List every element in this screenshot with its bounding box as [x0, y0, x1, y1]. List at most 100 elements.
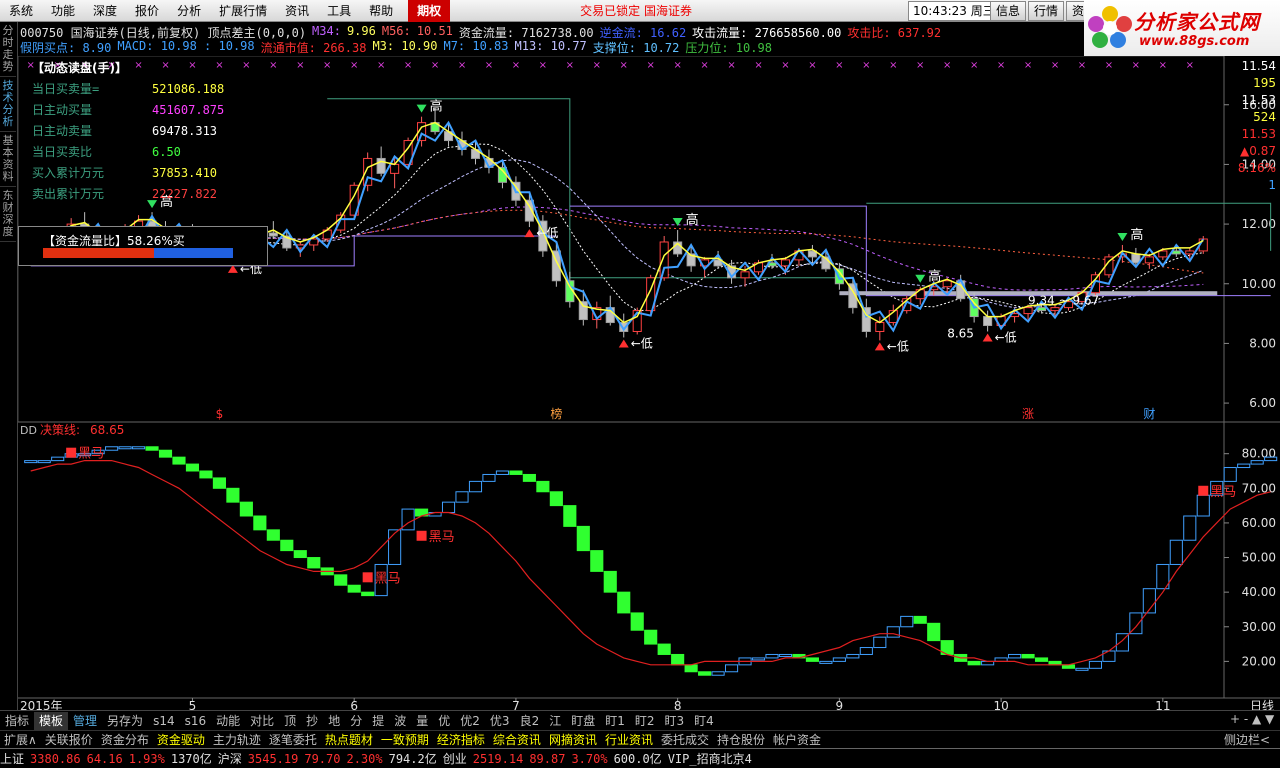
dd-bar [239, 501, 253, 517]
dd-bar [388, 529, 402, 565]
status-value: 89.87 [529, 751, 566, 766]
menu-function[interactable]: 功能 [42, 0, 84, 22]
indicator-tab[interactable]: 提 [367, 712, 389, 730]
info-button[interactable]: 信息 [990, 1, 1027, 21]
function-button[interactable]: 逐笔委托 [265, 732, 321, 748]
dark-horse-label: 黑马 [78, 447, 104, 462]
function-button[interactable]: 综合资讯 [489, 732, 545, 748]
candle-body [983, 316, 993, 327]
indicator-tab[interactable]: 盯3 [660, 712, 690, 730]
function-button[interactable]: 扩展∧ [0, 732, 41, 748]
menu-options[interactable]: 期权 [408, 0, 451, 22]
indicator-tabs: 指标 模板 管理 另存为 s14 s16 动能 对比顶抄地分提波量优优2 优3 良2 江盯盘 盯1 盯2… [0, 710, 1280, 730]
indicator-tab[interactable]: s16 [180, 712, 212, 730]
dd-bar [1088, 660, 1103, 669]
dd-bar [105, 446, 119, 451]
dd-bar [536, 480, 550, 493]
candle-body [1171, 250, 1181, 255]
indicator-tab[interactable]: 抄 [301, 712, 323, 730]
indicator-tab[interactable]: 盯1 [600, 712, 630, 730]
quote-side-label: ▲0.87 [1240, 144, 1276, 158]
dd-bar [522, 473, 536, 482]
indicator-tab[interactable]: s14 [148, 712, 180, 730]
dark-horse-label: 黑马 [429, 530, 455, 545]
indicator-tab[interactable]: 优 [433, 712, 455, 730]
dd-bar [1034, 657, 1049, 662]
signal-x-marker: × [269, 60, 277, 71]
dd-bar [805, 657, 819, 662]
month-label: 11 [1155, 699, 1170, 710]
function-button[interactable]: 热点题材 [321, 732, 377, 748]
indicator-tab[interactable]: 动能 [211, 712, 245, 730]
indicator-tab[interactable]: 良2 [515, 712, 545, 730]
side-tab-fundamentals[interactable]: 基本资料 [0, 132, 16, 187]
function-button[interactable]: 持仓股份 [713, 732, 769, 748]
function-button[interactable]: 一致预期 [377, 732, 433, 748]
panel-row: 日主动买量 451607.875 [32, 101, 224, 118]
menu-system[interactable]: 系统 [0, 0, 42, 22]
quote-side-label: 11.53 [1242, 93, 1276, 107]
function-button[interactable]: 行业资讯 [601, 732, 657, 748]
indicator-header: 000750 国海证券(日线,前复权) 顶点差主(0,0,0) M34: 9.96 M… [18, 22, 1084, 56]
indicator-row-2: 假阴买点: 8.90 MACD: 10.98 : 10.98 流通市值: 266.3… [20, 39, 772, 56]
indicator-tab[interactable]: 量 [411, 712, 433, 730]
menu-ext-market[interactable]: 扩展行情 [210, 0, 276, 22]
function-button[interactable]: 委托成交 [657, 732, 713, 748]
indicator-tab[interactable]: 盯2 [630, 712, 660, 730]
sidebar-toggle-button[interactable]: 侧边栏< [1220, 732, 1274, 748]
dark-horse-icon [362, 572, 373, 583]
function-button[interactable]: 经济指标 [433, 732, 489, 748]
menu-analysis[interactable]: 分析 [168, 0, 210, 22]
zoom-controls[interactable]: + - ▲ ▼ [1230, 712, 1274, 726]
menu-news[interactable]: 资讯 [276, 0, 318, 22]
function-button[interactable]: 主力轨迹 [209, 732, 265, 748]
candle-body [1023, 307, 1033, 315]
side-tab-technical[interactable]: 技术分析 [0, 77, 16, 132]
signal-x-marker: × [566, 60, 574, 71]
dd-bar [644, 629, 658, 645]
indicator-tab[interactable]: 波 [389, 712, 411, 730]
indicator-tab[interactable]: 管理 [68, 712, 102, 730]
indicator-value: 流通市值: 266.38 [260, 41, 367, 55]
indicator-tab[interactable]: 另存为 [102, 712, 148, 730]
indicator-tab[interactable]: 指标 [0, 712, 34, 730]
indicator-tab[interactable]: 对比 [245, 712, 279, 730]
indicator-tab[interactable]: 盯4 [689, 712, 719, 730]
indicator-tab[interactable]: 盯盘 [566, 712, 600, 730]
candle-body [390, 163, 400, 174]
function-button[interactable]: 网摘资讯 [545, 732, 601, 748]
indicator-tab[interactable]: 模板 [34, 711, 69, 730]
low-marker-icon [524, 229, 535, 238]
dd-bar [455, 491, 469, 503]
indicator-tab[interactable]: 分 [345, 712, 367, 730]
dd-tick-label: 70.00 [1242, 481, 1276, 495]
dd-bar [1008, 653, 1022, 659]
function-button[interactable]: 关联报价 [41, 732, 97, 748]
low-label: ←低 [536, 226, 558, 240]
indicator-tab[interactable]: 江 [544, 712, 566, 730]
signal-x-marker: × [1024, 60, 1032, 71]
status-value: 794.2亿 [388, 752, 437, 766]
low-marker-icon [874, 342, 885, 351]
dd-bar [347, 584, 361, 593]
indicator-tab[interactable]: 优3 [485, 712, 515, 730]
indicator-tab[interactable]: 地 [323, 712, 345, 730]
high-label: 高 [430, 99, 443, 115]
function-button[interactable]: 资金分布 [97, 732, 153, 748]
high-marker-icon [1117, 232, 1128, 241]
indicator-tab[interactable]: 顶 [279, 712, 301, 730]
function-button[interactable]: 资金驱动 [153, 732, 209, 748]
month-label: 8 [674, 699, 682, 710]
flower-logo-icon [1088, 6, 1132, 48]
menu-quote[interactable]: 报价 [126, 0, 168, 22]
candle-body [942, 280, 952, 288]
menu-help[interactable]: 帮助 [360, 0, 402, 22]
signal-x-marker: × [970, 60, 978, 71]
menu-tools[interactable]: 工具 [318, 0, 360, 22]
menu-depth[interactable]: 深度 [84, 0, 126, 22]
side-tab-intraday[interactable]: 分时走势 [0, 22, 16, 77]
side-tab-eastmoney[interactable]: 东财深度 [0, 187, 16, 242]
indicator-tab[interactable]: 优2 [455, 712, 485, 730]
function-button[interactable]: 帐户资金 [769, 732, 825, 748]
market-button[interactable]: 行情 [1028, 1, 1065, 21]
